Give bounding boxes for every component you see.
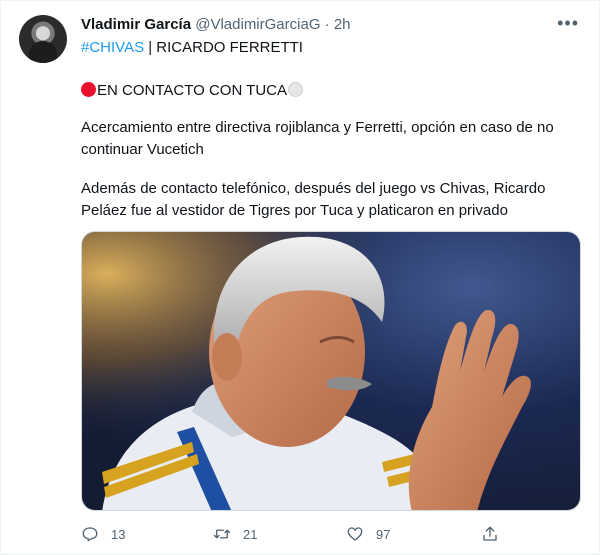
avatar-figure	[29, 41, 57, 63]
headline-text: | RICARDO FERRETTI	[144, 39, 303, 56]
avatar[interactable]	[19, 15, 67, 63]
retweet-count: 21	[243, 526, 258, 542]
tweet-photo-image	[82, 232, 580, 510]
header-separator: ·	[324, 16, 330, 33]
tweet-header: Vladimir García @VladimirGarciaG · 2h	[81, 16, 579, 36]
contact-text: EN CONTACTO CON TUCA	[97, 82, 288, 99]
share-icon	[483, 526, 497, 541]
like-button[interactable]: 97	[346, 523, 390, 545]
retweet-icon	[213, 529, 231, 539]
tweet-actions: 13 21 97	[81, 523, 511, 545]
reply-button[interactable]: 13	[81, 523, 125, 545]
reply-icon	[82, 527, 98, 542]
more-options-icon[interactable]: •••	[557, 13, 579, 34]
share-button[interactable]	[481, 523, 511, 545]
tweet-headline: #CHIVAS | RICARDO FERRETTI	[81, 37, 577, 59]
author-name[interactable]: Vladimir García	[81, 16, 191, 33]
like-count: 97	[376, 526, 391, 542]
heart-icon	[347, 527, 363, 541]
hashtag-link[interactable]: #CHIVAS	[81, 39, 144, 56]
white-circle-icon	[288, 82, 304, 97]
contact-line: EN CONTACTO CON TUCA	[81, 80, 577, 102]
reply-count: 13	[111, 526, 126, 542]
retweet-button[interactable]: 21	[213, 523, 257, 545]
tweet-time[interactable]: 2h	[334, 16, 351, 33]
tweet-photo[interactable]	[81, 231, 581, 511]
tweet-card[interactable]: Vladimir García @VladimirGarciaG · 2h ••…	[0, 0, 600, 555]
tweet-paragraph-2: Además de contacto telefónico, después d…	[81, 180, 546, 219]
author-handle[interactable]: @VladimirGarciaG	[195, 16, 320, 33]
red-circle-icon	[81, 82, 96, 97]
tweet-paragraph-1: Acercamiento entre directiva rojiblanca …	[81, 119, 554, 158]
